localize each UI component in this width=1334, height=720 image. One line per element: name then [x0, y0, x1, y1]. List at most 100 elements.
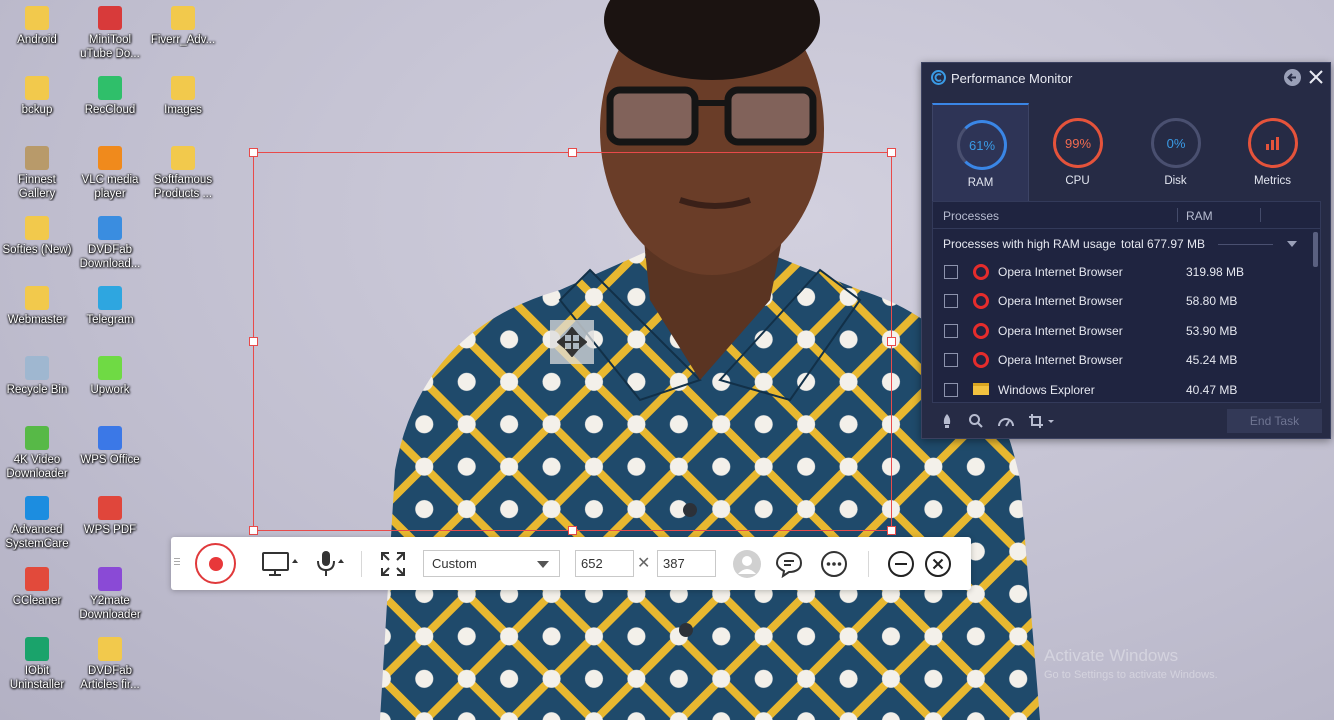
app-icon — [98, 6, 122, 30]
resize-handle-ne[interactable] — [887, 148, 896, 157]
desktop-icon-label: IObit Uninstaller — [9, 665, 65, 691]
drag-grip-icon[interactable] — [174, 558, 180, 568]
row-checkbox[interactable] — [944, 323, 958, 338]
crop-icon[interactable] — [1028, 413, 1056, 429]
app-icon — [25, 637, 49, 661]
desktop-icon[interactable]: Images — [146, 76, 220, 117]
resize-handle-n[interactable] — [568, 148, 577, 157]
preset-value: Custom — [432, 556, 477, 571]
table-row[interactable]: Windows Explorer 40.47 MB — [933, 376, 1320, 405]
table-row[interactable]: Opera Internet Browser 319.98 MB — [933, 258, 1320, 287]
desktop-icon[interactable]: Softies (New) — [0, 216, 74, 257]
pm-titlebar[interactable]: Performance Monitor — [922, 63, 1330, 93]
desktop-icon[interactable]: Recycle Bin — [0, 356, 74, 397]
opera-icon — [973, 352, 989, 369]
table-row[interactable]: Opera Internet Browser 45.24 MB — [933, 346, 1320, 375]
desktop-icon[interactable]: Upwork — [73, 356, 147, 397]
process-list: Opera Internet Browser 319.98 MB Opera Int… — [933, 258, 1320, 405]
tab-ram[interactable]: 61% RAM — [932, 103, 1029, 201]
minimize-button[interactable] — [887, 550, 915, 578]
process-ram: 58.80 MB — [1186, 294, 1238, 309]
screen-source-button[interactable] — [261, 550, 301, 577]
col-processes[interactable]: Processes — [943, 209, 999, 223]
process-name: Opera Internet Browser — [998, 353, 1123, 368]
row-checkbox[interactable] — [944, 382, 958, 397]
table-scrollbar[interactable] — [1313, 232, 1318, 267]
resize-handle-nw[interactable] — [249, 148, 258, 157]
monitor-icon — [262, 552, 298, 576]
resize-handle-se[interactable] — [887, 526, 896, 535]
toolbar-divider — [361, 551, 362, 577]
opera-icon — [973, 293, 989, 310]
speed-gauge-icon[interactable] — [997, 415, 1015, 429]
folder-icon — [973, 382, 989, 395]
microphone-button[interactable] — [313, 549, 347, 578]
desktop-icon[interactable]: Webmaster — [0, 286, 74, 327]
row-checkbox[interactable] — [944, 294, 958, 309]
desktop-icon[interactable]: VLC media player — [73, 146, 147, 201]
region-preset-dropdown[interactable]: Custom — [423, 550, 560, 577]
user-avatar-icon — [733, 550, 761, 578]
back-button[interactable] — [1284, 69, 1301, 86]
desktop-icon-label: Recycle Bin — [6, 384, 68, 396]
desktop-icon[interactable]: Telegram — [73, 286, 147, 327]
app-icon — [25, 356, 49, 380]
process-table: Processes RAM Processes with high RAM us… — [932, 201, 1321, 403]
pm-close-icon[interactable] — [1308, 69, 1324, 85]
move-handle[interactable] — [550, 320, 594, 364]
desktop-icon[interactable]: Android — [0, 6, 74, 47]
desktop-icon-label: Y2mate Downloader — [79, 595, 141, 621]
annotation-button[interactable] — [775, 550, 803, 578]
resize-handle-s[interactable] — [568, 526, 577, 535]
desktop-icon[interactable]: Advanced SystemCare — [0, 496, 74, 551]
resize-handle-sw[interactable] — [249, 526, 258, 535]
app-icon — [25, 216, 49, 240]
desktop-icon[interactable]: DVDFab Articles fir... — [73, 637, 147, 692]
desktop-icon[interactable]: IObit Uninstaller — [0, 637, 74, 692]
chevron-down-icon[interactable] — [1287, 241, 1297, 247]
width-input[interactable] — [575, 550, 634, 577]
height-input[interactable] — [657, 550, 716, 577]
fullscreen-button[interactable] — [379, 550, 407, 578]
ram-value: 61% — [968, 137, 996, 153]
end-task-button[interactable]: End Task — [1227, 409, 1322, 433]
close-button[interactable] — [924, 550, 952, 578]
search-icon[interactable] — [968, 413, 984, 429]
row-checkbox[interactable] — [944, 265, 958, 279]
app-icon — [98, 496, 122, 520]
desktop-icon[interactable]: Y2mate Downloader — [73, 567, 147, 622]
table-row[interactable]: Opera Internet Browser 58.80 MB — [933, 287, 1320, 316]
rocket-icon[interactable] — [940, 413, 954, 429]
app-icon — [171, 76, 195, 100]
opera-icon — [973, 322, 989, 339]
app-icon — [98, 637, 122, 661]
resize-handle-e[interactable] — [887, 337, 896, 346]
tab-cpu[interactable]: 99% CPU — [1029, 103, 1126, 201]
col-divider — [1260, 208, 1261, 222]
desktop-icon-label: WPS Office — [80, 454, 140, 466]
desktop-icon[interactable]: Fiverr_Adv... — [146, 6, 220, 47]
more-options-button[interactable] — [820, 550, 848, 578]
desktop-icon[interactable]: Finnest Gallery — [0, 146, 74, 201]
activation-watermark: Activate Windows Go to Settings to activ… — [1044, 646, 1218, 682]
desktop-icon[interactable]: 4K Video Downloader — [0, 426, 74, 481]
tab-metrics[interactable]: Metrics — [1224, 103, 1321, 201]
record-button[interactable] — [195, 543, 236, 584]
desktop-icon[interactable]: WPS PDF — [73, 496, 147, 537]
table-row[interactable]: Opera Internet Browser 53.90 MB — [933, 317, 1320, 346]
col-ram[interactable]: RAM — [1186, 209, 1213, 223]
tab-disk[interactable]: 0% Disk — [1127, 103, 1224, 201]
desktop-icon-label: Webmaster — [7, 314, 67, 326]
desktop-icon[interactable]: CCleaner — [0, 567, 74, 608]
desktop-icon[interactable]: MiniTool uTube Do... — [73, 6, 147, 61]
desktop-icon[interactable]: DVDFab Download... — [73, 216, 147, 271]
row-checkbox[interactable] — [944, 353, 958, 368]
webcam-button[interactable] — [732, 549, 762, 579]
desktop-icon[interactable]: Softfamous Products ... — [146, 146, 220, 201]
process-group[interactable]: Processes with high RAM usage total 677.… — [933, 229, 1320, 258]
desktop-icon[interactable]: RecCloud — [73, 76, 147, 117]
desktop-icon[interactable]: WPS Office — [73, 426, 147, 467]
resize-handle-w[interactable] — [249, 337, 258, 346]
desktop-icon-label: Softfamous Products ... — [153, 174, 213, 200]
desktop-icon[interactable]: bckup — [0, 76, 74, 117]
